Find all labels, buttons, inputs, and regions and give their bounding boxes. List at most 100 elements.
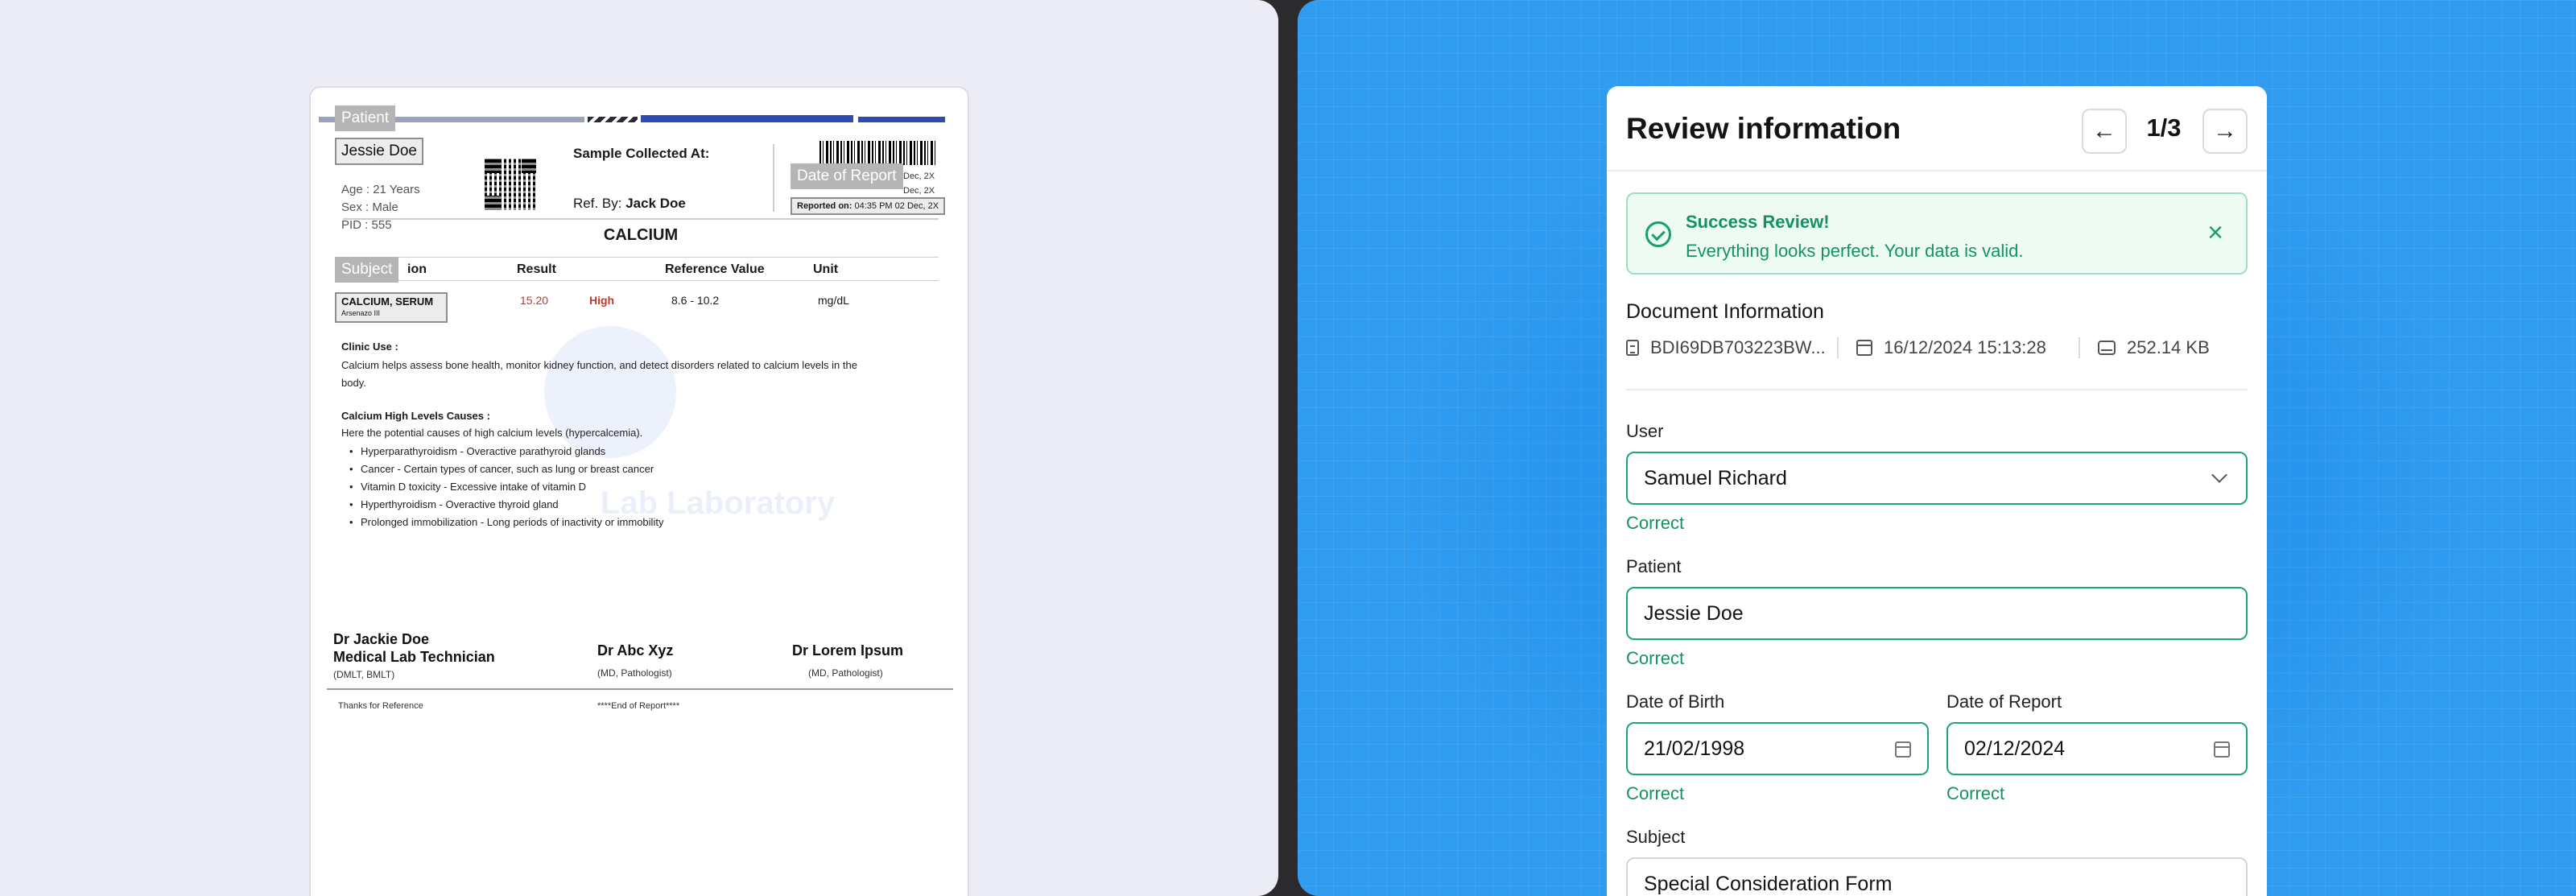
close-icon: × bbox=[2207, 217, 2223, 248]
next-button[interactable]: → bbox=[2202, 109, 2248, 154]
results-table-header: ion Result Reference Value Unit bbox=[343, 257, 939, 281]
patient-info: Age : 21 Years Sex : Male PID : 555 bbox=[341, 163, 420, 234]
header-stripe-hatch bbox=[588, 117, 638, 122]
annotation-subject-value[interactable]: CALCIUM, SERUM Arsenazo III bbox=[335, 292, 448, 323]
section-divider bbox=[1626, 389, 2248, 390]
clinic-use-text: Calcium helps assess bone health, monito… bbox=[341, 357, 857, 392]
signature-2-name: Dr Abc Xyz bbox=[597, 642, 674, 659]
subject-value: Special Consideration Form bbox=[1644, 872, 1893, 895]
meta-divider bbox=[1837, 337, 1839, 358]
cause-item: Hyperparathyroidism - Overactive parathy… bbox=[349, 445, 605, 457]
dor-label: Date of Report bbox=[1946, 692, 2062, 712]
calendar-icon[interactable] bbox=[1895, 741, 1911, 758]
barcode-icon bbox=[819, 141, 935, 165]
alert-title: Success Review! bbox=[1686, 212, 1830, 232]
signature-2-sub: (MD, Pathologist) bbox=[597, 667, 672, 679]
signature-1-title: Medical Lab Technician bbox=[333, 649, 495, 665]
cause-item: Vitamin D toxicity - Excessive intake of… bbox=[349, 481, 586, 493]
patient-sex: Sex : Male bbox=[341, 200, 398, 214]
header-investigation: ion bbox=[407, 262, 427, 276]
signature-3-name: Dr Lorem Ipsum bbox=[792, 642, 904, 659]
annotation-subject-label[interactable]: Subject bbox=[335, 257, 399, 283]
footer-thanks: Thanks for Reference bbox=[338, 701, 423, 711]
header-divider bbox=[773, 144, 774, 212]
cause-item: Cancer - Certain types of cancer, such a… bbox=[349, 463, 654, 475]
patient-value: Jessie Doe bbox=[1644, 601, 1744, 625]
header-stripe-blue-right bbox=[858, 117, 945, 122]
reported-on-value: 04:35 PM 02 Dec, 2X bbox=[854, 201, 939, 211]
user-value: Samuel Richard bbox=[1644, 466, 1787, 489]
user-label: User bbox=[1626, 421, 1664, 441]
doc-datetime: 16/12/2024 15:13:28 bbox=[1884, 337, 2046, 357]
review-panel: Review information ← 1/3 → Success Revie… bbox=[1298, 0, 2576, 896]
arrow-right-icon: → bbox=[2213, 118, 2237, 144]
subject-label: Subject bbox=[1626, 827, 1686, 847]
ref-by-label: Ref. By: bbox=[573, 196, 622, 211]
causes-intro: Here the potential causes of high calciu… bbox=[341, 427, 643, 439]
result-reference: 8.6 - 10.2 bbox=[671, 294, 720, 307]
report-date-line-2: Dec, 2X bbox=[903, 186, 935, 196]
test-title: CALCIUM bbox=[603, 226, 679, 244]
review-card: Review information ← 1/3 → Success Revie… bbox=[1607, 86, 2267, 896]
patient-input[interactable]: Jessie Doe bbox=[1626, 587, 2248, 640]
cause-item: Prolonged immobilization - Long periods … bbox=[349, 516, 663, 528]
header-stripe-blue bbox=[641, 115, 853, 122]
signature-1-sub: (DMLT, BMLT) bbox=[333, 669, 395, 680]
dob-label: Date of Birth bbox=[1626, 692, 1725, 712]
footer-divider bbox=[327, 688, 953, 690]
file-icon bbox=[1626, 340, 1639, 356]
dor-input[interactable]: 02/12/2024 bbox=[1946, 722, 2248, 775]
sample-collected-label: Sample Collected At: bbox=[573, 146, 710, 161]
user-select[interactable]: Samuel Richard bbox=[1626, 452, 2248, 505]
calendar-icon bbox=[1856, 340, 1872, 356]
annotation-reported-on[interactable]: Reported on: 04:35 PM 02 Dec, 2X bbox=[791, 197, 946, 215]
success-alert: Success Review! Everything looks perfect… bbox=[1626, 192, 2248, 275]
patient-status: Correct bbox=[1626, 648, 1685, 668]
header-unit: Unit bbox=[813, 262, 839, 276]
dob-value: 21/02/1998 bbox=[1644, 737, 1745, 760]
report-date-line-1: Dec, 2X bbox=[903, 171, 935, 181]
calendar-icon[interactable] bbox=[2214, 741, 2230, 758]
doc-size-item: 252.14 KB bbox=[2098, 337, 2210, 358]
subject-input[interactable]: Special Consideration Form bbox=[1626, 857, 2248, 896]
annotation-patient-value[interactable]: Jessie Doe bbox=[335, 138, 423, 165]
causes-title: Calcium High Levels Causes : bbox=[341, 410, 490, 422]
divider bbox=[343, 218, 939, 220]
lab-report-document: Age : 21 Years Sex : Male PID : 555 Pati… bbox=[309, 86, 969, 896]
signature-3-sub: (MD, Pathologist) bbox=[808, 667, 883, 679]
header-result: Result bbox=[517, 262, 556, 276]
reported-on-label: Reported on: bbox=[797, 201, 852, 211]
annotation-date-of-report-label[interactable]: Date of Report bbox=[791, 163, 903, 189]
check-circle-icon bbox=[1645, 221, 1671, 247]
dob-status: Correct bbox=[1626, 783, 1685, 803]
alert-message: Everything looks perfect. Your data is v… bbox=[1686, 241, 2024, 261]
doc-datetime-item: 16/12/2024 15:13:28 bbox=[1856, 337, 2046, 358]
annotation-patient-label[interactable]: Patient bbox=[335, 105, 396, 131]
footer-end-of-report: ****End of Report**** bbox=[597, 701, 680, 711]
cause-item: Hyperthyroidism - Overactive thyroid gla… bbox=[349, 498, 559, 510]
document-preview-panel: Age : 21 Years Sex : Male PID : 555 Pati… bbox=[0, 0, 1278, 896]
page-indicator: 1/3 bbox=[2146, 114, 2182, 142]
review-title: Review information bbox=[1626, 112, 1901, 145]
chevron-down-icon bbox=[2211, 467, 2227, 483]
dor-value: 02/12/2024 bbox=[1964, 737, 2066, 760]
review-header: Review information ← 1/3 → bbox=[1607, 86, 2267, 171]
storage-icon bbox=[2098, 341, 2116, 355]
clinic-use-line-2: body. bbox=[341, 377, 366, 389]
user-status: Correct bbox=[1626, 513, 1685, 533]
doc-id-item: BDI69DB703223BW... bbox=[1626, 337, 1826, 358]
ref-by-value: Jack Doe bbox=[625, 196, 686, 211]
meta-divider bbox=[2079, 337, 2080, 358]
previous-button[interactable]: ← bbox=[2082, 109, 2127, 154]
signature-1-name: Dr Jackie Doe bbox=[333, 631, 430, 647]
result-unit: mg/dL bbox=[818, 294, 849, 307]
subject-method: Arsenazo III bbox=[341, 309, 381, 317]
dob-input[interactable]: 21/02/1998 bbox=[1626, 722, 1929, 775]
ref-by: Ref. By: Jack Doe bbox=[573, 196, 686, 212]
doc-id: BDI69DB703223BW... bbox=[1650, 337, 1826, 357]
patient-label: Patient bbox=[1626, 556, 1682, 576]
close-alert-button[interactable]: × bbox=[2199, 217, 2231, 249]
clinic-use-title: Clinic Use : bbox=[341, 341, 398, 353]
document-info-title: Document Information bbox=[1626, 300, 1824, 323]
clinic-use-line-1: Calcium helps assess bone health, monito… bbox=[341, 359, 857, 371]
